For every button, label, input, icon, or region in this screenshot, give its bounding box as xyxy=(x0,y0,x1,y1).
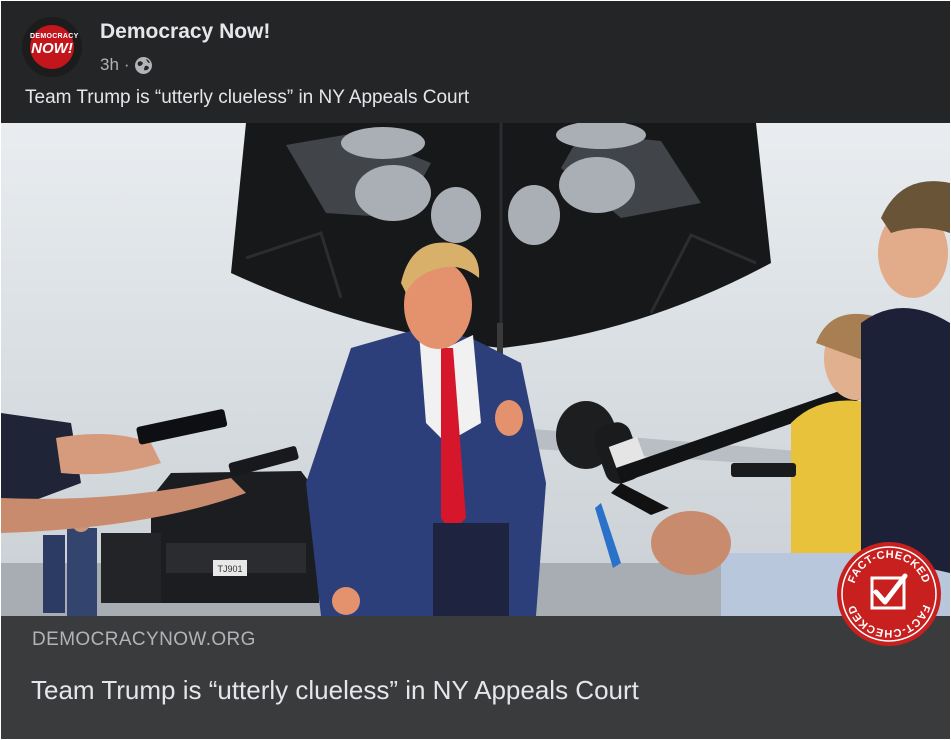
license-plate: TJ901 xyxy=(217,564,242,574)
link-domain: DEMOCRACYNOW.ORG xyxy=(32,629,256,650)
post-meta: 3h · xyxy=(100,54,152,76)
post-text: Team Trump is “utterly clueless” in NY A… xyxy=(25,87,470,108)
post-timestamp[interactable]: 3h xyxy=(100,55,119,75)
logo-top-text: DEMOCRACY xyxy=(30,33,79,40)
link-preview-footer[interactable]: DEMOCRACYNOW.ORG Team Trump is “utterly … xyxy=(1,616,950,739)
press-gaggle-photo: TJ901 xyxy=(1,123,950,616)
page-avatar[interactable]: DEMOCRACY NOW! xyxy=(22,17,82,77)
democracy-now-logo: DEMOCRACY NOW! xyxy=(30,25,79,69)
meta-separator: · xyxy=(123,55,130,74)
page-name-link[interactable]: Democracy Now! xyxy=(100,20,270,44)
link-preview-image[interactable]: TJ901 xyxy=(1,123,950,616)
post-header: DEMOCRACY NOW! Democracy Now! 3h · Team … xyxy=(1,1,950,123)
link-title[interactable]: Team Trump is “utterly clueless” in NY A… xyxy=(31,675,639,706)
facebook-post: DEMOCRACY NOW! Democracy Now! 3h · Team … xyxy=(1,1,950,739)
logo-main-text: NOW! xyxy=(31,40,73,57)
fact-checked-badge: FACT-CHECKED FACT-CHECKED xyxy=(835,540,943,648)
globe-icon[interactable] xyxy=(134,56,152,74)
